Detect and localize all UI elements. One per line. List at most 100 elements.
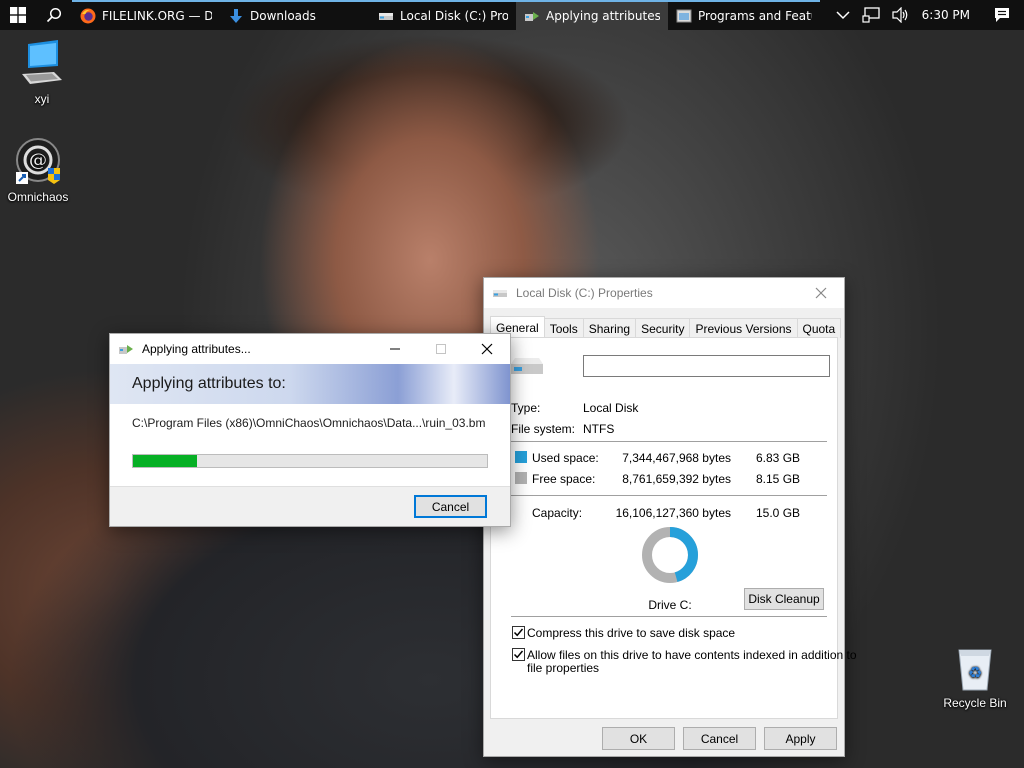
taskbar-item-programs-features[interactable]: Programs and Featu... xyxy=(668,0,820,30)
cancel-button[interactable]: Cancel xyxy=(414,495,487,518)
chevron-down-icon xyxy=(836,11,850,20)
used-space-gb: 6.83 GB xyxy=(756,451,801,465)
svg-text:@: @ xyxy=(29,150,47,171)
capacity-label: Capacity: xyxy=(532,506,583,520)
used-space-label: Used space: xyxy=(532,451,599,465)
type-value: Local Disk xyxy=(583,401,639,415)
disk-properties-window: Local Disk (C:) Properties General Tools… xyxy=(483,277,857,757)
desktop-icon-label: Recycle Bin xyxy=(943,696,1007,710)
separator xyxy=(511,441,827,442)
cancel-button[interactable]: Cancel xyxy=(683,727,756,750)
desktop-icon-computer[interactable]: xyi xyxy=(4,40,80,106)
compress-checkbox[interactable] xyxy=(512,626,525,639)
used-space-bytes: 7,344,467,968 bytes xyxy=(622,451,731,465)
maximize-button xyxy=(418,334,464,364)
control-panel-icon xyxy=(676,9,692,23)
download-arrow-icon xyxy=(230,9,242,23)
disk-usage-donut xyxy=(642,527,698,583)
attributes-icon xyxy=(119,345,133,354)
dialog-footer: Cancel xyxy=(110,486,510,526)
free-space-bytes: 8,761,659,392 bytes xyxy=(622,472,731,486)
free-space-swatch xyxy=(515,472,527,484)
start-button[interactable] xyxy=(0,0,36,30)
apply-button[interactable]: Apply xyxy=(764,727,837,750)
general-tab-panel: Type: Local Disk File system: NTFS Used … xyxy=(490,337,857,719)
index-checkbox[interactable] xyxy=(512,648,525,661)
attributes-icon xyxy=(525,12,539,21)
window-title: Local Disk (C:) Properties xyxy=(516,286,653,300)
checkmark-icon xyxy=(513,628,524,637)
action-center-button[interactable] xyxy=(980,0,1024,30)
progress-fill xyxy=(133,455,197,467)
clock[interactable]: 6:30 PM xyxy=(916,0,980,30)
desktop-icon-recycle-bin[interactable]: ♻ Recycle Bin xyxy=(937,644,1013,710)
tab-previous-versions[interactable]: Previous Versions xyxy=(689,318,798,338)
index-label-line1: Allow files on this drive to have conten… xyxy=(527,648,857,662)
free-space-label: Free space: xyxy=(532,472,596,486)
tab-quota[interactable]: Quota xyxy=(796,318,842,338)
taskbar-item-label: Applying attributes... xyxy=(546,9,660,23)
window-title: Applying attributes... xyxy=(142,342,251,356)
tab-strip: General Tools Sharing Security Previous … xyxy=(490,316,842,338)
network-button[interactable] xyxy=(856,0,886,30)
capacity-bytes: 16,106,127,360 bytes xyxy=(615,506,731,520)
search-icon xyxy=(46,7,62,23)
close-icon xyxy=(815,287,827,299)
tab-security[interactable]: Security xyxy=(635,318,691,338)
taskbar-item-disk-properties[interactable]: Local Disk (C:) Prop... xyxy=(370,0,516,30)
apply-heading: Applying attributes to: xyxy=(110,364,510,404)
title-bar[interactable]: Local Disk (C:) Properties xyxy=(484,278,844,308)
firefox-icon xyxy=(80,8,96,24)
tab-tools[interactable]: Tools xyxy=(543,318,584,338)
minimize-icon xyxy=(390,348,400,350)
current-file-path: C:\Program Files (x86)\OmniChaos\Omnicha… xyxy=(132,416,486,430)
desktop-icon-omnichaos[interactable]: @ Omnichaos xyxy=(0,138,76,204)
taskbar-item-label: Downloads xyxy=(250,9,316,23)
recycle-bin-icon: ♻ xyxy=(951,644,999,692)
omnichaos-app-icon: @ xyxy=(14,138,62,186)
desktop-icon-label: Omnichaos xyxy=(7,190,69,204)
search-button[interactable] xyxy=(36,0,72,30)
drive-icon xyxy=(493,290,507,297)
close-icon xyxy=(481,343,493,355)
close-button[interactable] xyxy=(798,278,844,308)
taskbar: FILELINK.ORG — Do... Downloads Local Dis… xyxy=(0,0,1024,30)
minimize-button[interactable] xyxy=(372,334,418,364)
close-button[interactable] xyxy=(464,334,510,364)
notification-icon xyxy=(995,8,1009,22)
checkmark-icon xyxy=(513,650,524,659)
drive-large-icon xyxy=(511,358,543,374)
tab-sharing[interactable]: Sharing xyxy=(582,318,637,338)
disk-cleanup-button[interactable]: Disk Cleanup xyxy=(744,588,824,610)
windows-icon xyxy=(10,7,26,23)
filesystem-label: File system: xyxy=(511,422,576,436)
drive-icon xyxy=(379,13,393,20)
tray-overflow-button[interactable] xyxy=(830,0,856,30)
system-tray: 6:30 PM xyxy=(830,0,1024,30)
computer-icon xyxy=(18,40,66,88)
index-label-line2: file properties xyxy=(527,661,600,675)
type-label: Type: xyxy=(511,401,541,415)
network-icon xyxy=(862,7,880,23)
volume-button[interactable] xyxy=(886,0,916,30)
maximize-icon xyxy=(436,344,446,354)
taskbar-item-label: Local Disk (C:) Prop... xyxy=(400,9,508,23)
taskbar-item-label: FILELINK.ORG — Do... xyxy=(102,9,212,23)
free-space-gb: 8.15 GB xyxy=(756,472,801,486)
taskbar-item-firefox[interactable]: FILELINK.ORG — Do... xyxy=(72,0,220,30)
filesystem-value: NTFS xyxy=(583,422,615,436)
taskbar-item-downloads[interactable]: Downloads xyxy=(220,0,370,30)
taskbar-item-label: Programs and Featu... xyxy=(698,9,812,23)
ok-button[interactable]: OK xyxy=(602,727,675,750)
progress-bar xyxy=(132,454,488,468)
capacity-gb: 15.0 GB xyxy=(756,506,801,520)
drive-name-input[interactable] xyxy=(583,355,830,377)
desktop-icon-label: xyi xyxy=(34,92,50,106)
separator xyxy=(511,616,827,617)
applying-attributes-window: Applying attributes... Applying attribut… xyxy=(109,333,511,527)
title-bar[interactable]: Applying attributes... xyxy=(110,334,510,364)
compress-label: Compress this drive to save disk space xyxy=(527,626,736,640)
separator xyxy=(511,495,827,496)
taskbar-item-applying-attributes[interactable]: Applying attributes... xyxy=(516,0,668,30)
speaker-icon xyxy=(892,7,907,23)
